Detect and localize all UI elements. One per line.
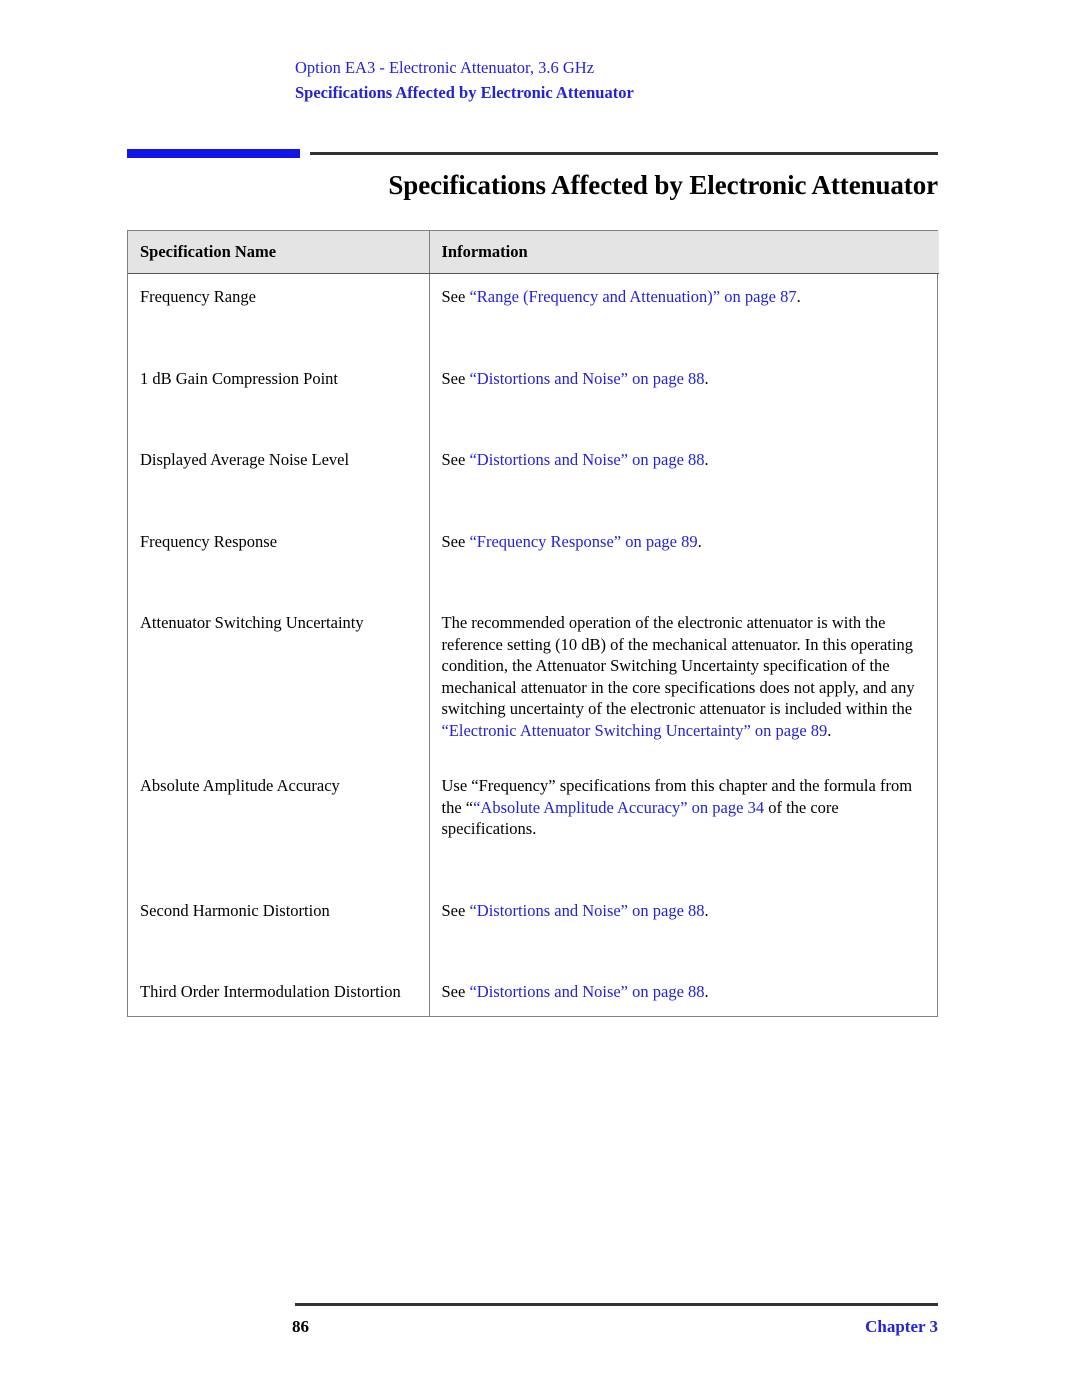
table-row: Frequency Response See “Frequency Respons… [128,518,939,601]
cell-information: See “Distortions and Noise” on page 88. [429,888,939,970]
table-row: Third Order Intermodulation Distortion Se… [128,969,939,1016]
information-text: . [704,450,709,469]
cell-information: See “Frequency Response” on page 89. [429,519,939,601]
table-row: 1 dB Gain Compression Point See “Distorti… [128,355,939,438]
cell-information: See “Distortions and Noise” on page 88. [429,356,939,438]
running-header-section-line: Specifications Affected by Electronic At… [295,83,634,102]
cell-specification-name: Frequency Range [128,273,430,356]
information-text: . [704,368,709,388]
footer-page-number: 86 [292,1317,309,1336]
cross-reference-link[interactable]: “Distortions and Noise” on page 88 [469,369,704,388]
information-text: . [704,982,709,1001]
cross-reference-link[interactable]: “Range (Frequency and Attenuation)” on p… [469,287,796,306]
table-row: Displayed Average Noise Level See “Distor… [128,437,939,519]
table-row: Second Harmonic Distortion See “Distortio… [128,887,939,970]
information-text: See [441,287,470,306]
information-text: . [796,287,801,306]
information-text: See [441,531,470,551]
information-text: . [827,720,832,740]
cell-information: Use “Frequency” specifications from this… [429,763,939,888]
cell-specification-name: Absolute Amplitude Accuracy [128,763,430,888]
information-text: The recommended operation of the electro… [441,613,915,718]
table-row: Attenuator Switching Uncertainty The reco… [128,600,939,763]
specifications-table: Specification Name Information Frequency… [127,230,939,1017]
information-text: . [704,900,709,920]
table-row: Frequency Range See “Range (Frequency and… [128,273,939,356]
information-text: See [441,982,470,1001]
cross-reference-link[interactable]: “Frequency Response” on page 89 [469,532,697,551]
column-header-information: Information [429,231,939,274]
column-header-specification-name: Specification Name [128,231,430,274]
cell-specification-name: 1 dB Gain Compression Point [128,355,430,437]
cross-reference-link[interactable]: “Electronic Attenuator Switching Uncerta… [442,721,828,740]
cell-specification-name: Frequency Response [128,518,430,600]
header-horizontal-rule [310,152,938,155]
cross-reference-link[interactable]: “Distortions and Noise” on page 88 [469,901,704,920]
page-title: Specifications Affected by Electronic At… [388,170,938,200]
running-header: Option EA3 - Electronic Attenuator, 3.6 … [295,56,955,105]
table-header-row: Specification Name Information [128,231,939,274]
footer-chapter-label: Chapter 3 [865,1317,938,1336]
footer-horizontal-rule [295,1303,938,1306]
cell-information: The recommended operation of the electro… [429,600,939,763]
cell-specification-name: Third Order Intermodulation Distortion [128,969,430,1016]
cell-information: See “Distortions and Noise” on page 88. [429,969,939,1016]
information-text: See [441,368,470,388]
cross-reference-link[interactable]: “Absolute Amplitude Accuracy” on page 34 [473,798,764,817]
document-page: Option EA3 - Electronic Attenuator, 3.6 … [0,0,1080,1397]
cell-information: See “Range (Frequency and Attenuation)” … [429,274,939,356]
cross-reference-link[interactable]: “Distortions and Noise” on page 88 [469,450,704,469]
cell-specification-name: Attenuator Switching Uncertainty [128,600,430,763]
cell-specification-name: Displayed Average Noise Level [128,437,430,519]
information-text: . [697,531,702,551]
information-text: See [441,450,470,469]
cell-specification-name: Second Harmonic Distortion [128,887,430,969]
cell-information: See “Distortions and Noise” on page 88. [429,437,939,519]
blue-accent-bar [127,149,300,158]
cross-reference-link[interactable]: “Distortions and Noise” on page 88 [469,982,704,1001]
information-text: See [441,900,470,920]
table-row: Absolute Amplitude Accuracy Use “Frequenc… [128,763,939,888]
table-body: Frequency Range See “Range (Frequency and… [128,273,939,1016]
running-header-option-line: Option EA3 - Electronic Attenuator, 3.6 … [295,58,595,77]
